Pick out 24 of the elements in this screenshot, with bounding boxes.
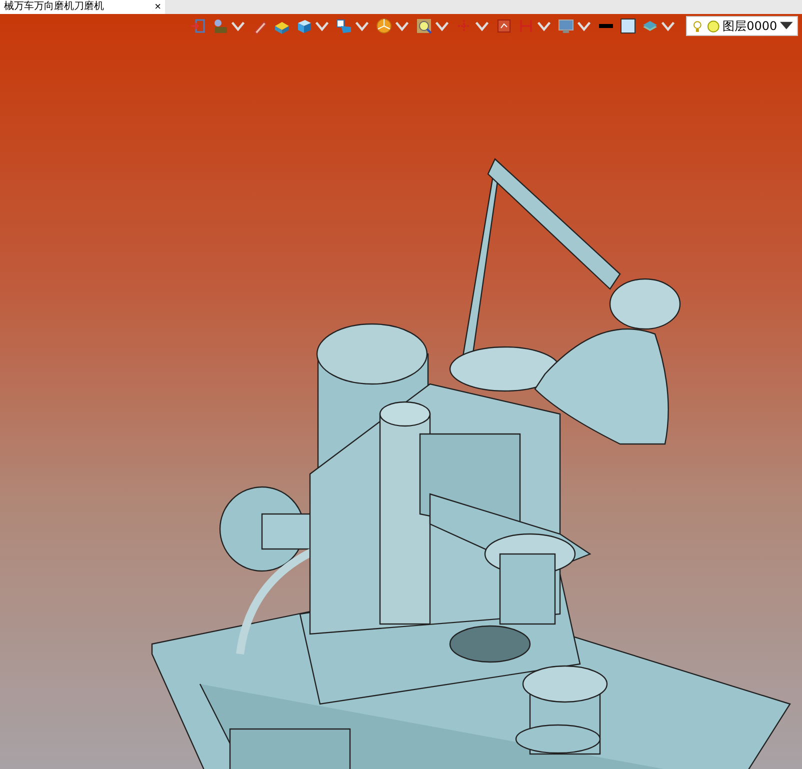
toolbar-button[interactable]	[296, 17, 330, 35]
dimension-icon	[518, 18, 534, 34]
layers-icon	[642, 18, 658, 34]
exit-icon	[190, 18, 206, 34]
toolbar-button[interactable]	[336, 17, 370, 35]
toolbar-button[interactable]	[620, 17, 636, 35]
toolbar-button[interactable]	[212, 17, 246, 35]
layer-status-icon	[706, 20, 720, 32]
fill-swatch-icon	[620, 18, 636, 34]
toolbar-button[interactable]	[376, 17, 410, 35]
cube-icon	[296, 18, 312, 34]
document-tab[interactable]: 械万车万向磨机刀磨机 ×	[0, 0, 165, 14]
layer-dropdown[interactable]: 图层0000	[686, 16, 798, 36]
disc-icon	[376, 18, 392, 34]
toolbar-button[interactable]	[416, 17, 450, 35]
close-button[interactable]: ×	[154, 1, 161, 13]
monitor-icon	[558, 18, 574, 34]
lightbulb-icon	[691, 20, 704, 32]
toolbar-button[interactable]	[496, 17, 512, 35]
crosshair-icon	[456, 18, 472, 34]
tab-title: 械万车万向磨机刀磨机	[4, 1, 104, 13]
layer-name: 图层0000	[722, 18, 778, 34]
magnifier-icon	[416, 18, 432, 34]
frame-icon	[496, 18, 512, 34]
